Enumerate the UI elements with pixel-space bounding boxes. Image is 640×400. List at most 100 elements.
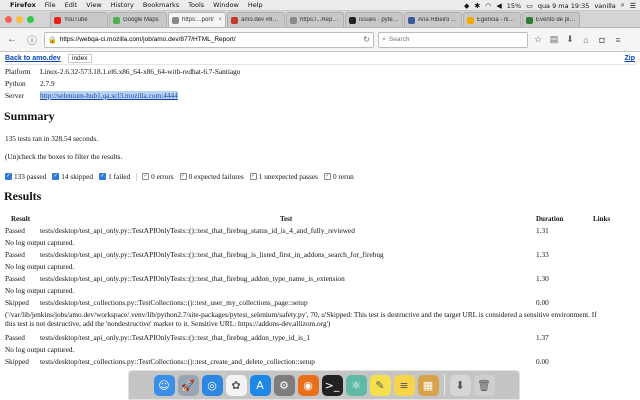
browser-tab[interactable]: https:...port/ ×	[168, 12, 226, 27]
menu-bookmarks[interactable]: Bookmarks	[143, 1, 179, 9]
result-status: Passed	[5, 333, 25, 342]
downloads-icon[interactable]: ⬇	[564, 34, 576, 45]
bluetooth-icon[interactable]: ✱	[474, 2, 480, 10]
tab-favicon-icon	[172, 16, 179, 24]
menu-view[interactable]: View	[86, 1, 101, 9]
pocket-icon[interactable]: ◘	[596, 35, 608, 45]
zoom-window-button[interactable]	[27, 16, 34, 23]
app-store-icon[interactable]: A	[249, 374, 271, 396]
clock[interactable]: qua 9 ma 19:35	[538, 2, 590, 10]
tab-label: Evento de pitc...	[536, 17, 576, 23]
log-output: No log output captured.	[5, 238, 75, 247]
result-row[interactable]: Skipped tests/desktop/test_collections.py…	[5, 298, 635, 309]
minimize-window-button[interactable]	[16, 16, 23, 23]
terminal-icon[interactable]: >_	[321, 374, 343, 396]
result-status: Skipped	[5, 357, 29, 366]
launchpad-icon[interactable]: 🚀	[177, 374, 199, 396]
user-name[interactable]: vanilla	[594, 2, 615, 10]
info-icon[interactable]: ⓘ	[24, 32, 40, 48]
firefox-icon[interactable]: ◉	[297, 374, 319, 396]
result-row[interactable]: Passed tests/desktop/test_api_only.py::Te…	[5, 333, 635, 344]
tab-favicon-icon	[231, 16, 238, 24]
log-output: ('/var/lib/jenkins/jobs/amo.dev/workspac…	[5, 310, 597, 328]
result-row[interactable]: Skipped tests/desktop/test_collections.py…	[5, 357, 635, 368]
test-duration: 0.00	[536, 357, 549, 366]
spotlight-icon[interactable]: ⌕	[621, 1, 625, 10]
search-bar[interactable]: ⌕	[378, 31, 528, 48]
notification-center-icon[interactable]: ☰	[630, 2, 636, 10]
home-icon[interactable]: ⌂	[580, 35, 592, 45]
tab-favicon-icon	[54, 16, 61, 24]
column-header-test[interactable]: Test	[280, 215, 292, 223]
filter-checkbox[interactable]: ✓	[249, 173, 257, 180]
stickies-icon[interactable]: ✎	[369, 374, 391, 396]
filter-label: 0 rerun	[332, 172, 354, 181]
filter-checkbox[interactable]: ✓	[179, 173, 187, 180]
server-link[interactable]: http://selenium-hub1.qa.scl3.mozilla.com…	[40, 91, 178, 100]
browser-tab[interactable]: Ana Ribeiro - ...	[404, 12, 462, 27]
menu-edit[interactable]: Edit	[65, 1, 78, 9]
index-tab[interactable]: index	[68, 54, 92, 63]
browser-tab[interactable]: Egencia - itine...	[463, 12, 521, 27]
browser-tab[interactable]: https:/...Report/	[286, 12, 344, 27]
menu-icon[interactable]: ≡	[612, 35, 624, 45]
notes-icon[interactable]: ≡	[393, 374, 415, 396]
atom-icon[interactable]: ⚛	[345, 374, 367, 396]
back-to-job-link[interactable]: Back to amo.dev	[5, 55, 61, 62]
test-duration: 1.33	[536, 250, 549, 259]
finder-icon[interactable]: ☺	[153, 374, 175, 396]
reading-list-icon[interactable]: ▤	[548, 34, 560, 45]
filter-checkbox[interactable]: ✓	[99, 173, 107, 180]
column-header-duration[interactable]: Duration	[536, 215, 563, 223]
safari-icon[interactable]: ◎	[201, 374, 223, 396]
preview-icon[interactable]: ▦	[417, 374, 439, 396]
filter-checkbox[interactable]: ✓	[142, 173, 150, 180]
tab-label: Google Maps	[123, 17, 159, 23]
filter-divider	[136, 172, 138, 181]
filter-checkbox[interactable]: ✓	[5, 173, 12, 180]
mac-dock: ☺ 🚀 ◎ ✿ A ⚙ ◉ >_ ⚛ ✎ ≡ ▦ ⬇ 🗑	[128, 370, 520, 400]
wifi-icon[interactable]: ◠	[485, 2, 491, 10]
trash-icon[interactable]: 🗑	[473, 374, 495, 396]
result-row[interactable]: Passed tests/desktop/test_api_only.py::Te…	[5, 226, 635, 237]
browser-tab[interactable]: issues · pytest...	[345, 12, 403, 27]
menu-window[interactable]: Window	[213, 1, 239, 9]
env-key: Server	[5, 91, 25, 100]
menu-tools[interactable]: Tools	[188, 1, 204, 9]
reload-icon[interactable]: ↻	[363, 35, 370, 44]
menu-file[interactable]: File	[45, 1, 56, 9]
dock-divider	[443, 374, 445, 396]
lock-icon[interactable]: 🔒	[48, 36, 57, 44]
url-bar[interactable]: 🔒 ↻	[44, 31, 374, 48]
url-input[interactable]	[59, 36, 361, 43]
navigation-toolbar: ← ⓘ 🔒 ↻ ⌕ ☆ ▤ ⬇ ⌂ ◘ ≡	[0, 28, 640, 52]
zip-link[interactable]: Zip	[625, 55, 636, 62]
browser-tab[interactable]: Evento de pitc...	[522, 12, 580, 27]
battery-percent[interactable]: 15%	[507, 2, 521, 10]
menu-history[interactable]: History	[111, 1, 134, 9]
filter-checkbox[interactable]: ✓	[323, 173, 331, 180]
back-arrow-icon[interactable]: ←	[4, 32, 20, 48]
browser-tab[interactable]: Google Maps	[109, 12, 167, 27]
tab-label: YouTube	[64, 17, 88, 23]
downloads-folder-icon[interactable]: ⬇	[449, 374, 471, 396]
dropbox-icon[interactable]: ◆	[464, 2, 469, 10]
close-tab-icon[interactable]: ×	[218, 17, 222, 23]
menu-help[interactable]: Help	[248, 1, 263, 9]
close-window-button[interactable]	[5, 16, 12, 23]
search-input[interactable]	[388, 36, 524, 43]
result-row[interactable]: Passed tests/desktop/test_api_only.py::Te…	[5, 250, 635, 261]
result-status: Passed	[5, 274, 25, 283]
column-header-result[interactable]: Result	[11, 215, 30, 223]
volume-icon[interactable]: ◀	[496, 2, 501, 10]
browser-tab[interactable]: YouTube	[50, 12, 108, 27]
photos-icon[interactable]: ✿	[225, 374, 247, 396]
star-icon[interactable]: ☆	[532, 34, 544, 45]
filter-checkbox[interactable]: ✓	[52, 173, 60, 180]
result-row[interactable]: Passed tests/desktop/test_api_only.py::Te…	[5, 274, 635, 285]
menu-firefox[interactable]: Firefox	[10, 1, 36, 9]
system-preferences-icon[interactable]: ⚙	[273, 374, 295, 396]
browser-tab[interactable]: amo.dev #877...	[227, 12, 285, 27]
column-header-links: Links	[593, 215, 611, 223]
results-heading: Results	[4, 189, 42, 203]
